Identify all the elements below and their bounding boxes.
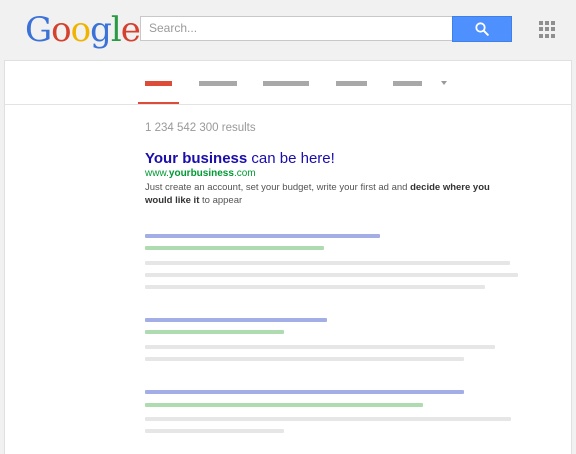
result-url-placeholder [145,403,423,407]
result-title-placeholder[interactable] [145,318,327,322]
tab-5[interactable] [393,81,422,86]
result-snippet-placeholder [145,357,464,361]
logo-letter: o [70,10,92,50]
chevron-down-icon[interactable] [441,81,447,85]
ad-title-rest: can be here! [247,150,335,167]
ad-url: www.yourbusiness.com [145,168,256,179]
logo-letter: G [25,10,52,50]
google-logo[interactable]: Google [25,10,141,50]
result-url-placeholder [145,330,284,334]
result-snippet-placeholder [145,429,284,433]
result-url-placeholder [145,246,324,250]
ad-url-bold: yourbusiness [168,168,234,179]
header: Google Search... [0,0,576,60]
apps-grid-icon[interactable] [539,21,556,38]
tab-2[interactable] [199,81,237,86]
ad-desc-part1: Just create an account, set your budget,… [145,182,411,193]
logo-letter: l [110,10,122,50]
ad-url-prefix: www. [145,168,169,179]
logo-letter: g [90,10,112,50]
logo-letter: e [120,10,141,50]
tab-1[interactable] [145,81,172,86]
search-icon [475,22,489,36]
result-title-placeholder[interactable] [145,390,464,394]
results-count: 1 234 542 300 results [145,122,256,134]
ad-desc-part2: to appear [199,195,243,206]
result-snippet-placeholder [145,273,518,277]
result-snippet-placeholder [145,261,510,265]
search-placeholder: Search... [149,21,198,35]
result-title-placeholder[interactable] [145,234,380,238]
search-input[interactable]: Search... [140,16,452,41]
ad-description: Just create an account, set your budget,… [145,181,517,207]
active-tab-indicator [138,102,179,104]
ad-title-link[interactable]: Your business can be here! [145,150,335,167]
tab-3[interactable] [263,81,309,86]
results-panel: 1 234 542 300 results Your business can … [4,60,572,454]
search-button[interactable] [452,16,512,42]
result-snippet-placeholder [145,345,495,349]
result-snippet-placeholder [145,417,511,421]
result-snippet-placeholder [145,285,485,289]
ad-url-suffix: .com [233,168,256,179]
tab-bar [5,61,571,105]
tab-4[interactable] [336,81,367,86]
ad-title-bold: Your business [145,150,248,167]
logo-letter: o [51,10,72,50]
